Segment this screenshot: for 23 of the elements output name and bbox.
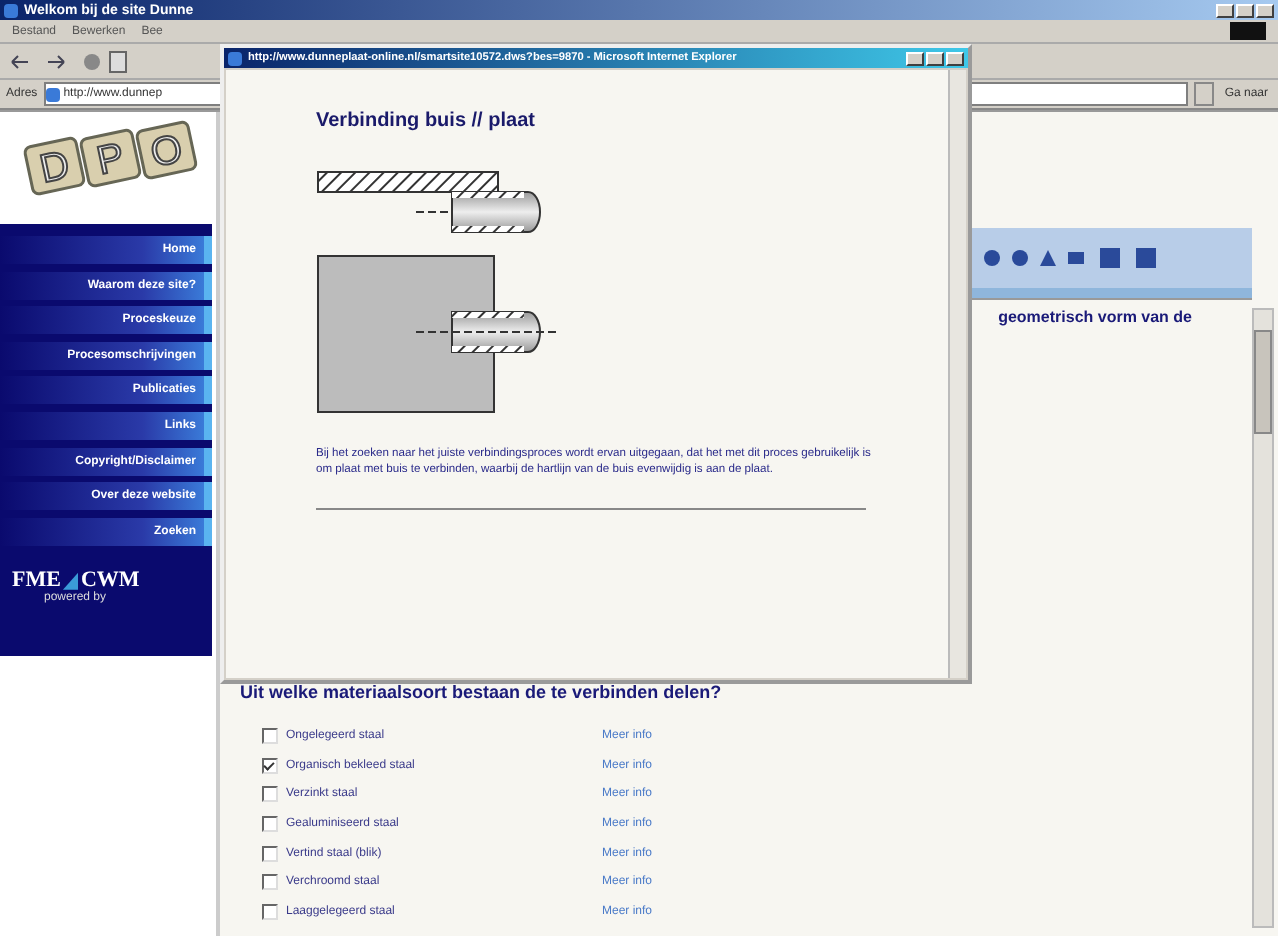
popup-heading: Verbinding buis // plaat	[316, 110, 537, 132]
minimize-button[interactable]	[1216, 3, 1234, 17]
sponsor-logo: FME CWM	[12, 568, 142, 593]
maximize-button[interactable]	[1236, 3, 1254, 17]
browser-icon	[228, 51, 242, 65]
body-text: geometrisch vorm van de	[998, 308, 1192, 326]
checkbox[interactable]	[262, 816, 278, 833]
minimize-button[interactable]	[906, 51, 924, 65]
browser-icon	[4, 3, 18, 17]
checkbox[interactable]	[262, 786, 278, 803]
checkbox[interactable]	[262, 845, 278, 862]
checkbox[interactable]	[262, 757, 278, 774]
close-button[interactable]	[1256, 3, 1274, 17]
scrollbar[interactable]	[948, 70, 966, 678]
checkbox[interactable]	[262, 728, 278, 745]
scrollbar[interactable]	[1252, 308, 1274, 928]
checkbox[interactable]	[262, 903, 278, 920]
maximize-button[interactable]	[926, 51, 944, 65]
close-button[interactable]	[946, 51, 964, 65]
navigation-buttons-icon[interactable]	[8, 49, 128, 73]
logo: D P O	[8, 120, 208, 212]
question-heading: Uit welke materiaalsoort bestaan de te verbinden delen?	[240, 682, 724, 702]
checkbox[interactable]	[262, 874, 278, 891]
